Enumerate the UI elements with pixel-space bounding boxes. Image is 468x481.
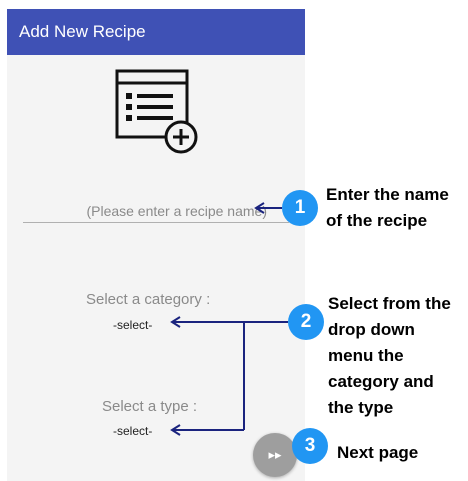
annotation-text-1: Enter the name of the recipe — [326, 185, 449, 230]
annotation-badge-3: 3 — [292, 428, 328, 464]
annotation-text-2: Select from the drop down menu the categ… — [328, 294, 451, 417]
annotation-badge-1: 1 — [282, 190, 318, 226]
annotation-badge-2: 2 — [288, 304, 324, 340]
annotation-text-3: Next page — [337, 443, 419, 462]
